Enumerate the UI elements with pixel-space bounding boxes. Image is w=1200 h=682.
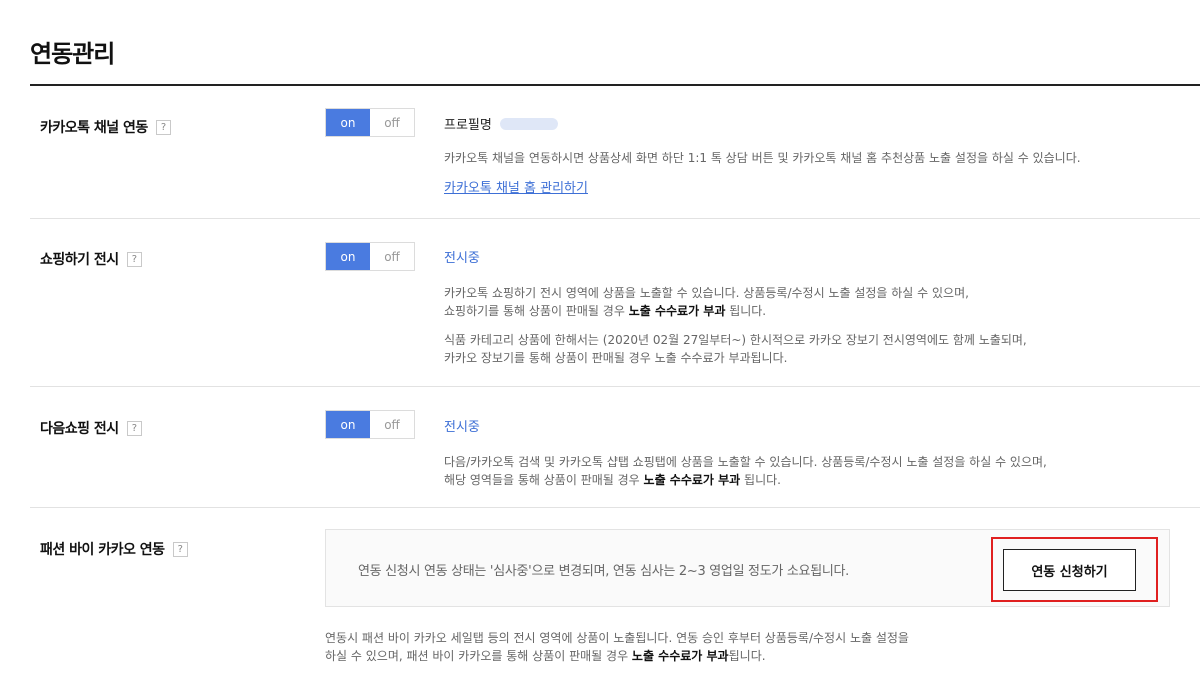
fee-notice: 노출 수수료가 부과 xyxy=(628,304,726,318)
toggle-off-button[interactable]: off xyxy=(370,109,414,136)
text: 해당 영역들을 통해 상품이 판매될 경우 xyxy=(444,473,644,487)
help-icon[interactable]: ? xyxy=(126,251,142,267)
shopping-desc-1-line-2: 쇼핑하기를 통해 상품이 판매될 경우 노출 수수료가 부과 됩니다. xyxy=(444,302,1200,320)
toggle-off-button[interactable]: off xyxy=(370,411,414,438)
kakao-channel-toggle[interactable]: on off xyxy=(325,108,415,137)
fee-notice: 노출 수수료가 부과 xyxy=(643,473,741,487)
text: 됩니다. xyxy=(725,304,767,318)
fee-notice: 노출 수수료가 부과 xyxy=(631,649,729,663)
shopping-desc-2: 식품 카테고리 상품에 한해서는 (2020년 02월 27일부터~) 한시적으… xyxy=(444,331,1200,367)
fashion-label-text: 패션 바이 카카오 연동 xyxy=(40,542,165,558)
daum-label-text: 다음쇼핑 전시 xyxy=(40,421,119,437)
shopping-desc-2-line-2: 카카오 장보기를 통해 상품이 판매될 경우 노출 수수료가 부과됩니다. xyxy=(444,351,788,365)
shopping-label-text: 쇼핑하기 전시 xyxy=(40,252,119,268)
fashion-apply-box: 연동 신청시 연동 상태는 '심사중'으로 변경되며, 연동 심사는 2~3 영… xyxy=(325,529,1170,607)
kakao-channel-home-link[interactable]: 카카오톡 채널 홈 관리하기 xyxy=(444,181,588,196)
fashion-desc-line-1: 연동시 패션 바이 카카오 세일탭 등의 전시 영역에 상품이 노출됩니다. 연… xyxy=(325,631,909,645)
shopping-label: 쇼핑하기 전시 ? xyxy=(40,249,142,269)
daum-label: 다음쇼핑 전시 ? xyxy=(40,418,142,438)
toggle-on-button[interactable]: on xyxy=(326,243,370,270)
text: 됩니다. xyxy=(728,649,766,663)
shopping-toggle[interactable]: on off xyxy=(325,242,415,271)
daum-desc: 다음/카카오톡 검색 및 카카오톡 샵탭 쇼핑탭에 상품을 노출할 수 있습니다… xyxy=(444,453,1200,489)
fashion-label: 패션 바이 카카오 연동 ? xyxy=(40,539,188,559)
daum-desc-line-1: 다음/카카오톡 검색 및 카카오톡 샵탭 쇼핑탭에 상품을 노출할 수 있습니다… xyxy=(444,455,1047,469)
shopping-desc-1-line-1: 카카오톡 쇼핑하기 전시 영역에 상품을 노출할 수 있습니다. 상품등록/수정… xyxy=(444,286,969,300)
fashion-desc-line-2: 하실 수 있으며, 패션 바이 카카오를 통해 상품이 판매될 경우 노출 수수… xyxy=(325,647,909,665)
page-title: 연동관리 xyxy=(30,40,115,68)
profile-name-blurred xyxy=(499,117,558,130)
profile-row: 프로필명 xyxy=(444,114,1200,133)
title-divider xyxy=(30,84,1200,86)
toggle-off-button[interactable]: off xyxy=(370,243,414,270)
fashion-desc: 연동시 패션 바이 카카오 세일탭 등의 전시 영역에 상품이 노출됩니다. 연… xyxy=(325,629,909,665)
section-divider xyxy=(30,507,1200,508)
toggle-on-button[interactable]: on xyxy=(326,109,370,136)
apply-link-button[interactable]: 연동 신청하기 xyxy=(1003,549,1136,591)
fashion-apply-text: 연동 신청시 연동 상태는 '심사중'으로 변경되며, 연동 심사는 2~3 영… xyxy=(358,564,850,579)
shopping-desc-2-line-1: 식품 카테고리 상품에 한해서는 (2020년 02월 27일부터~) 한시적으… xyxy=(444,333,1027,347)
text: 됩니다. xyxy=(740,473,781,487)
shopping-content: 전시중 카카오톡 쇼핑하기 전시 영역에 상품을 노출할 수 있습니다. 상품등… xyxy=(444,247,1200,367)
help-icon[interactable]: ? xyxy=(172,541,188,557)
text: 쇼핑하기를 통해 상품이 판매될 경우 xyxy=(444,304,629,318)
shopping-desc-1: 카카오톡 쇼핑하기 전시 영역에 상품을 노출할 수 있습니다. 상품등록/수정… xyxy=(444,284,1200,320)
daum-toggle[interactable]: on off xyxy=(325,410,415,439)
section-divider xyxy=(30,386,1200,387)
daum-content: 전시중 다음/카카오톡 검색 및 카카오톡 샵탭 쇼핑탭에 상품을 노출할 수 … xyxy=(444,416,1200,489)
help-icon[interactable]: ? xyxy=(126,420,142,436)
daum-status: 전시중 xyxy=(444,420,480,435)
kakao-channel-content: 프로필명 카카오톡 채널을 연동하시면 상품상세 화면 하단 1:1 톡 상담 … xyxy=(444,114,1200,196)
toggle-on-button[interactable]: on xyxy=(326,411,370,438)
daum-desc-line-2: 해당 영역들을 통해 상품이 판매될 경우 노출 수수료가 부과 됩니다. xyxy=(444,471,1200,489)
kakao-channel-desc: 카카오톡 채널을 연동하시면 상품상세 화면 하단 1:1 톡 상담 버튼 및 … xyxy=(444,151,1081,165)
text: 하실 수 있으며, 패션 바이 카카오를 통해 상품이 판매될 경우 xyxy=(325,649,632,663)
section-divider xyxy=(30,218,1200,219)
shopping-status: 전시중 xyxy=(444,251,480,266)
profile-label: 프로필명 xyxy=(444,118,492,133)
kakao-channel-label-text: 카카오톡 채널 연동 xyxy=(40,120,148,136)
kakao-channel-label: 카카오톡 채널 연동 ? xyxy=(40,117,171,137)
help-icon[interactable]: ? xyxy=(155,119,171,135)
